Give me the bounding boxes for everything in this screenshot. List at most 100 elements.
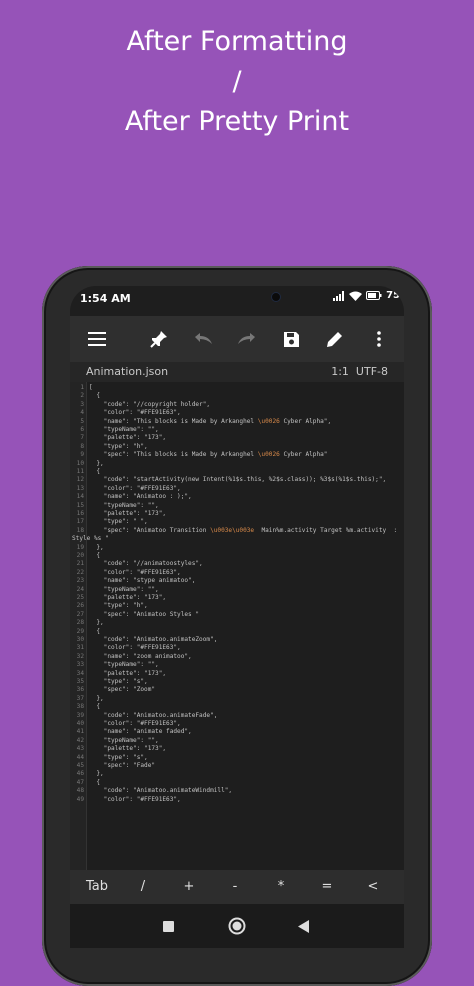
line-text: "name": "Animatoo : );",	[89, 493, 192, 501]
edit-icon	[327, 332, 342, 347]
line-text: {	[89, 468, 101, 475]
line-text: },	[89, 770, 104, 778]
line-number: 39	[76, 711, 84, 719]
line-text: "palette": "173",	[89, 434, 167, 442]
cursor-position: 1:1	[331, 365, 349, 378]
line-number: 6	[80, 426, 84, 433]
line-number: 27	[76, 610, 84, 618]
line-number: 42	[76, 736, 84, 744]
line-number: 11	[76, 468, 84, 475]
line-text: "spec": "Animatoo Transition \u003e\u003…	[89, 526, 398, 534]
edit-button[interactable]	[322, 326, 348, 352]
menu-button[interactable]	[84, 326, 110, 352]
line-number: 37	[76, 694, 84, 702]
line-number: 21	[76, 560, 84, 568]
headline-line-3: After Pretty Print	[124, 106, 350, 137]
redo-icon	[238, 333, 255, 344]
undo-button[interactable]	[190, 326, 216, 352]
headline-line-2: /	[232, 66, 242, 97]
file-name[interactable]: Animation.json	[86, 365, 168, 378]
line-text: "color": "#FFE91E63",	[89, 720, 181, 727]
line-text: "code": "//copyright holder",	[89, 400, 211, 408]
line-number: 41	[76, 728, 84, 736]
line-number: 26	[76, 602, 84, 610]
symbol-key[interactable]: Tab	[82, 879, 112, 894]
wifi-icon	[349, 291, 363, 301]
more-vertical-icon	[377, 331, 381, 347]
line-number: 38	[76, 703, 84, 711]
line-number: 33	[76, 661, 84, 669]
line-text: "color": "#FFE91E63",	[89, 568, 181, 576]
line-number: 46	[76, 770, 84, 778]
line-number: 44	[76, 753, 84, 761]
status-icons: 75	[333, 290, 400, 301]
line-number: 9	[80, 451, 84, 459]
save-icon	[283, 331, 299, 347]
line-text: "spec": "This blocks is Made by Arkanghe…	[89, 451, 328, 459]
cursor-encoding: 1:1 UTF-8	[331, 365, 388, 378]
battery-level: 75	[386, 290, 400, 301]
line-text: "type": " ",	[89, 518, 148, 526]
line-number: 4	[80, 409, 84, 417]
line-text: },	[89, 619, 104, 627]
save-button[interactable]	[278, 326, 304, 352]
symbol-key[interactable]: /	[128, 879, 158, 894]
file-info-bar: Animation.json 1:1 UTF-8	[70, 362, 404, 382]
line-number: 16	[76, 510, 84, 517]
line-text: "typeName": "",	[89, 661, 159, 669]
line-number: 17	[76, 518, 84, 526]
menu-icon	[88, 332, 106, 346]
line-text: "name": "animate faded",	[89, 728, 192, 736]
file-encoding[interactable]: UTF-8	[356, 365, 388, 378]
line-number: 20	[76, 552, 84, 559]
symbol-key[interactable]: <	[358, 879, 388, 894]
more-options-button[interactable]	[366, 326, 392, 352]
line-text: "palette": "173",	[89, 669, 167, 677]
line-text: "palette": "173",	[89, 745, 167, 753]
line-text: "spec": "Fade"	[89, 762, 156, 769]
line-number: 25	[76, 594, 84, 601]
line-number: 24	[76, 585, 84, 593]
symbol-key[interactable]: -	[220, 879, 250, 894]
line-number: 2	[80, 392, 84, 400]
line-text: "code": "//animatoostyles",	[89, 560, 203, 568]
line-number: 1	[80, 384, 84, 391]
line-number: 29	[76, 627, 84, 635]
line-text: "palette": "173",	[89, 510, 167, 517]
line-text: "type": "h",	[89, 442, 148, 450]
line-text: "name": "This blocks is Made by Arkanghe…	[89, 417, 332, 425]
status-time: 1:54 AM	[80, 292, 131, 305]
back-button[interactable]	[294, 916, 314, 936]
recents-square-icon	[162, 920, 174, 932]
redo-button[interactable]	[234, 326, 260, 352]
line-text: "color": "#FFE91E63",	[89, 644, 181, 652]
line-text: {	[89, 778, 101, 786]
symbol-bar: Tab / + - * = <	[70, 870, 404, 904]
line-text: "typeName": "",	[89, 736, 159, 744]
recents-button[interactable]	[158, 916, 178, 936]
line-text: "type": "s",	[89, 753, 148, 761]
symbol-key[interactable]: +	[174, 879, 204, 894]
front-camera	[272, 293, 280, 301]
symbol-key[interactable]: *	[266, 879, 296, 894]
line-text: "spec": "Animatoo Styles "	[89, 610, 200, 618]
line-text: "palette": "173",	[89, 594, 167, 601]
line-number: 43	[76, 745, 84, 753]
line-text: },	[89, 694, 104, 702]
line-number: 5	[80, 417, 84, 425]
line-text: "color": "#FFE91E63",	[89, 795, 181, 803]
line-text: {	[89, 552, 101, 559]
undo-icon	[195, 333, 212, 344]
line-number: 48	[76, 787, 84, 795]
line-text: "code": "startActivity(new Intent(%1$s.t…	[89, 476, 387, 484]
line-text: [	[89, 384, 93, 391]
symbol-key[interactable]: =	[312, 879, 342, 894]
line-text: "typeName": "",	[89, 501, 159, 509]
home-circle-icon	[228, 917, 246, 935]
code-editor[interactable]: 1 [2 {3 "code": "//copyright holder", 4 "c…	[70, 382, 404, 870]
pin-button[interactable]	[146, 326, 172, 352]
home-button[interactable]	[227, 916, 247, 936]
line-text: "spec": "Zoom"	[89, 686, 156, 694]
status-bar: 1:54 AM 75	[70, 286, 404, 310]
line-number: 14	[76, 493, 84, 501]
